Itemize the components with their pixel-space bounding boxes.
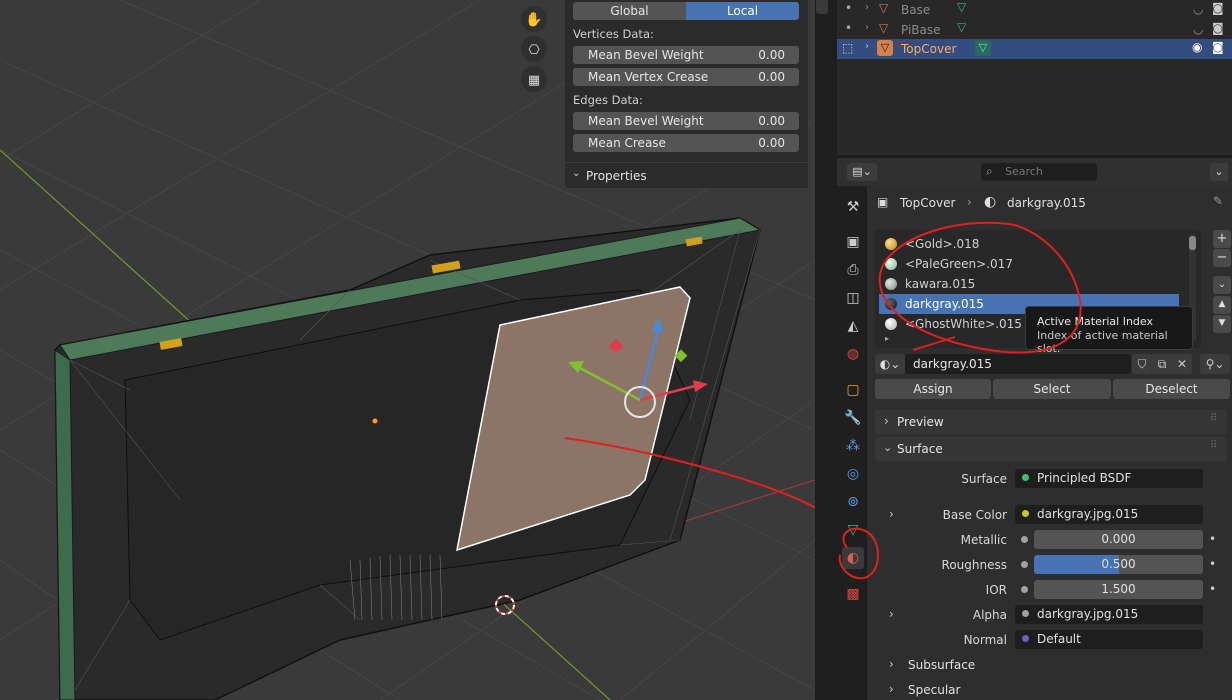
properties-panel-label: Properties xyxy=(586,169,647,183)
viewport-nav: ✋ ⎔ ▦ xyxy=(521,6,547,92)
mean-vertex-crease-field[interactable]: Mean Vertex Crease 0.00 xyxy=(573,68,799,86)
svg-text:▦: ▦ xyxy=(528,73,540,88)
svg-text:✋: ✋ xyxy=(525,11,542,28)
vertices-data-heading: Vertices Data: xyxy=(573,27,654,41)
properties-panel-header[interactable]: ⌄ Properties xyxy=(565,162,808,187)
mean-crease-field[interactable]: Mean Crease 0.00 xyxy=(573,134,799,152)
sidebar-item-panel: Global Local Vertices Data: Mean Bevel W… xyxy=(565,0,808,188)
annotation-overlay xyxy=(838,221,1082,580)
chevron-down-icon: ⌄ xyxy=(572,168,581,179)
local-toggle[interactable]: Local xyxy=(686,2,799,20)
edges-data-heading: Edges Data: xyxy=(573,93,643,107)
mean-bevel-weight-vertex-field[interactable]: Mean Bevel Weight 0.00 xyxy=(573,46,799,64)
svg-text:⎔: ⎔ xyxy=(528,43,540,58)
global-toggle[interactable]: Global xyxy=(573,2,686,20)
mean-bevel-weight-edge-field[interactable]: Mean Bevel Weight 0.00 xyxy=(573,112,799,130)
